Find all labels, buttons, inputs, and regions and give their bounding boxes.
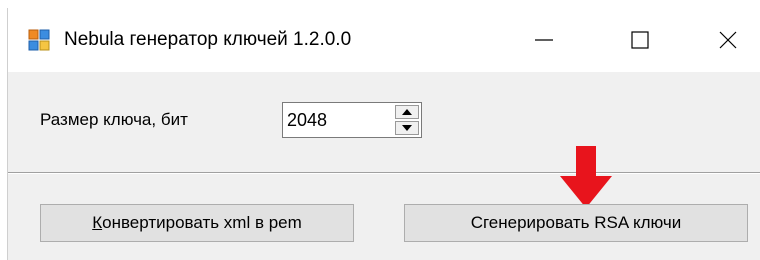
key-size-spinner[interactable] — [282, 102, 422, 138]
window-title: Nebula генератор ключей 1.2.0.0 — [64, 29, 352, 50]
app-window: Nebula генератор ключей 1.2.0.0 Размер к… — [8, 8, 760, 260]
spin-down-button[interactable] — [395, 121, 419, 135]
key-size-input[interactable] — [287, 103, 387, 137]
chevron-down-icon — [402, 125, 412, 131]
close-icon — [719, 31, 737, 49]
separator-line — [8, 172, 760, 174]
generate-button-label: Сгенерировать RSA ключи — [470, 213, 682, 232]
minimize-button[interactable] — [516, 8, 572, 72]
convert-button-label: онвертировать xml в pem — [102, 213, 302, 232]
minimize-icon — [535, 39, 553, 41]
close-button[interactable] — [700, 8, 756, 72]
app-window-icon — [28, 29, 50, 51]
chevron-up-icon — [402, 109, 412, 115]
key-size-label: Размер ключа, бит — [40, 110, 188, 129]
arrow-down-icon — [560, 146, 612, 208]
spinner-buttons — [395, 105, 419, 135]
convert-mnemonic-letter: К — [92, 213, 103, 232]
convert-xml-to-pem-button[interactable]: Конвертировать xml в pem — [40, 204, 354, 242]
generate-rsa-keys-button[interactable]: Сгенерировать RSA ключи — [404, 204, 748, 242]
maximize-icon — [631, 31, 649, 49]
spin-up-button[interactable] — [395, 105, 419, 119]
maximize-button[interactable] — [612, 8, 668, 72]
title-bar[interactable]: Nebula генератор ключей 1.2.0.0 — [8, 8, 760, 72]
